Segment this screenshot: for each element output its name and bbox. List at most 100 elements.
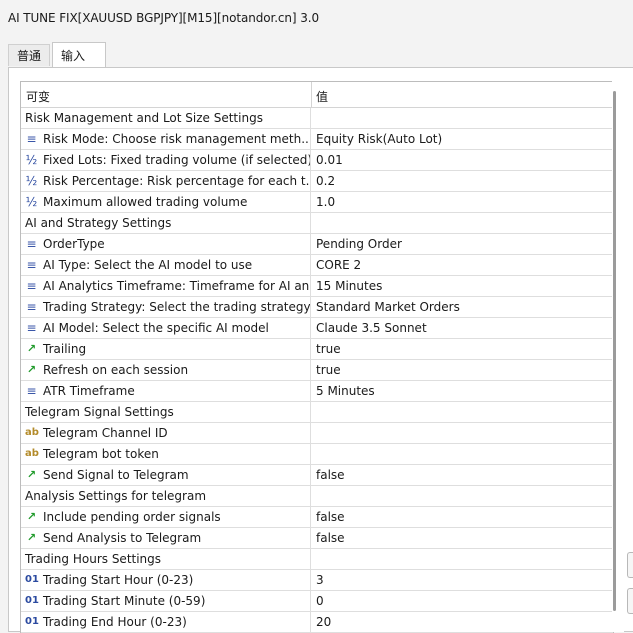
parameter-name: ½ Fixed Lots: Fixed trading volume (if se… (21, 150, 311, 170)
parameter-row[interactable]: ≡ AI Type: Select the AI model to use CORE… (21, 255, 613, 276)
list-icon: ≡ (26, 131, 37, 146)
parameter-row[interactable]: ≡ AI Model: Select the specific AI model C… (21, 318, 613, 339)
parameter-value[interactable] (312, 423, 613, 443)
tab-inputs[interactable]: 输入 (52, 42, 106, 68)
parameter-value[interactable]: 20 (312, 612, 613, 632)
parameter-value[interactable]: Pending Order (312, 234, 613, 254)
parameter-name: ↗ Refresh on each session (21, 360, 311, 380)
parameter-value[interactable]: true (312, 339, 613, 359)
parameter-name: ↗ Trailing (21, 339, 311, 359)
parameter-row[interactable]: ↗ Trailing true (21, 339, 613, 360)
parameter-label: Include pending order signals (43, 510, 221, 524)
parameter-value[interactable]: false (312, 528, 613, 548)
grid-rows: Risk Management and Lot Size Settings ≡ Ri… (21, 108, 613, 633)
bool-arrow-icon: ↗ (26, 530, 37, 544)
parameter-label: Risk Percentage: Risk percentage for eac… (43, 174, 311, 188)
parameter-value[interactable]: 15 Minutes (312, 276, 613, 296)
parameter-row[interactable]: ↗ Send Signal to Telegram false (21, 465, 613, 486)
integer-icon: 01 (25, 615, 39, 627)
column-separator[interactable] (311, 82, 312, 107)
parameter-label: Telegram Signal Settings (25, 405, 174, 419)
parameter-value[interactable]: 0.01 (312, 150, 613, 170)
integer-icon: 01 (25, 573, 39, 585)
parameter-row[interactable]: ≡ Trading Strategy: Select the trading st… (21, 297, 613, 318)
parameter-row[interactable]: ↗ Include pending order signals false (21, 507, 613, 528)
group-row: Trading Hours Settings (21, 549, 613, 570)
tab-strip: 普通 输入 (0, 42, 633, 68)
parameter-row[interactable]: ≡ ATR Timeframe 5 Minutes (21, 381, 613, 402)
side-button-top[interactable] (627, 552, 633, 578)
parameter-row[interactable]: ≡ Risk Mode: Choose risk management meth.… (21, 129, 613, 150)
parameter-row[interactable]: ↗ Send Analysis to Telegram false (21, 528, 613, 549)
title-bar: AI TUNE FIX[XAUUSD BGPJPY][M15][notandor… (0, 0, 633, 36)
parameter-row[interactable]: ½ Maximum allowed trading volume 1.0 (21, 192, 613, 213)
parameter-row[interactable]: ↗ Refresh on each session true (21, 360, 613, 381)
parameter-name: ≡ ATR Timeframe (21, 381, 311, 401)
bool-arrow-icon: ↗ (26, 362, 37, 376)
group-row: AI and Strategy Settings (21, 213, 613, 234)
parameter-value[interactable]: false (312, 465, 613, 485)
parameter-value[interactable]: 0 (312, 591, 613, 611)
parameter-label: AI Model: Select the specific AI model (43, 321, 269, 335)
parameter-value[interactable]: Claude 3.5 Sonnet (312, 318, 613, 338)
tab-general[interactable]: 普通 (8, 44, 50, 66)
parameter-name: Analysis Settings for telegram (21, 486, 311, 506)
parameter-value[interactable]: 1.0 (312, 192, 613, 212)
parameter-name: ½ Maximum allowed trading volume (21, 192, 311, 212)
parameter-label: Trading Strategy: Select the trading str… (43, 300, 311, 314)
grid-header: 可变 值 (21, 82, 613, 108)
parameter-name: ≡ Risk Mode: Choose risk management meth.… (21, 129, 311, 149)
parameter-label: AI Type: Select the AI model to use (43, 258, 253, 272)
bool-arrow-icon: ↗ (26, 509, 37, 523)
parameter-label: Send Analysis to Telegram (43, 531, 202, 545)
group-row: Analysis Settings for telegram (21, 486, 613, 507)
parameter-value[interactable]: false (312, 507, 613, 527)
parameter-value (312, 402, 613, 422)
parameter-row[interactable]: ab Telegram bot token (21, 444, 613, 465)
window-title: AI TUNE FIX[XAUUSD BGPJPY][M15][notandor… (8, 11, 320, 25)
parameter-name: ½ Risk Percentage: Risk percentage for ea… (21, 171, 311, 191)
fraction-icon: ½ (25, 173, 38, 188)
parameter-name: ≡ AI Analytics Timeframe: Timeframe for A… (21, 276, 311, 296)
parameter-row[interactable]: 01 Trading Start Hour (0-23) 3 (21, 570, 613, 591)
parameter-value[interactable]: Equity Risk(Auto Lot) (312, 129, 613, 149)
parameter-label: Trading Start Hour (0-23) (43, 573, 194, 587)
parameter-row[interactable]: ab Telegram Channel ID (21, 423, 613, 444)
parameter-label: Maximum allowed trading volume (43, 195, 248, 209)
parameter-row[interactable]: ½ Risk Percentage: Risk percentage for ea… (21, 171, 613, 192)
parameter-value[interactable]: true (312, 360, 613, 380)
parameter-value[interactable]: 0.2 (312, 171, 613, 191)
column-header-variable[interactable]: 可变 (26, 88, 50, 105)
list-icon: ≡ (26, 257, 37, 272)
parameter-row[interactable]: ½ Fixed Lots: Fixed trading volume (if se… (21, 150, 613, 171)
column-header-value[interactable]: 值 (316, 88, 328, 105)
parameter-row[interactable]: ≡ OrderType Pending Order (21, 234, 613, 255)
bool-arrow-icon: ↗ (26, 467, 37, 481)
parameter-name: Trading Hours Settings (21, 549, 311, 569)
parameter-label: Telegram Channel ID (43, 426, 168, 440)
parameter-label: Risk Management and Lot Size Settings (25, 111, 263, 125)
parameter-value (312, 549, 613, 569)
list-icon: ≡ (26, 320, 37, 335)
parameter-label: Telegram bot token (43, 447, 159, 461)
parameter-row[interactable]: 01 Trading End Hour (0-23) 20 (21, 612, 613, 633)
parameter-value[interactable] (312, 444, 613, 464)
side-button-bottom[interactable] (627, 588, 633, 614)
bool-arrow-icon: ↗ (26, 341, 37, 355)
parameter-value[interactable]: Standard Market Orders (312, 297, 613, 317)
parameter-row[interactable]: ≡ AI Analytics Timeframe: Timeframe for A… (21, 276, 613, 297)
parameter-label: Refresh on each session (43, 363, 189, 377)
parameter-value[interactable]: CORE 2 (312, 255, 613, 275)
scrollbar-thumb[interactable] (613, 91, 616, 611)
list-icon: ≡ (26, 278, 37, 293)
parameter-value[interactable]: 5 Minutes (312, 381, 613, 401)
parameter-row[interactable]: 01 Trading Start Minute (0-59) 0 (21, 591, 613, 612)
parameter-name: ≡ AI Model: Select the specific AI model (21, 318, 311, 338)
list-icon: ≡ (26, 236, 37, 251)
parameter-label: OrderType (43, 237, 105, 251)
parameter-value (312, 213, 613, 233)
parameter-name: Risk Management and Lot Size Settings (21, 108, 311, 128)
parameter-value[interactable]: 3 (312, 570, 613, 590)
parameter-name: 01 Trading Start Hour (0-23) (21, 570, 311, 590)
parameter-name: ↗ Send Analysis to Telegram (21, 528, 311, 548)
